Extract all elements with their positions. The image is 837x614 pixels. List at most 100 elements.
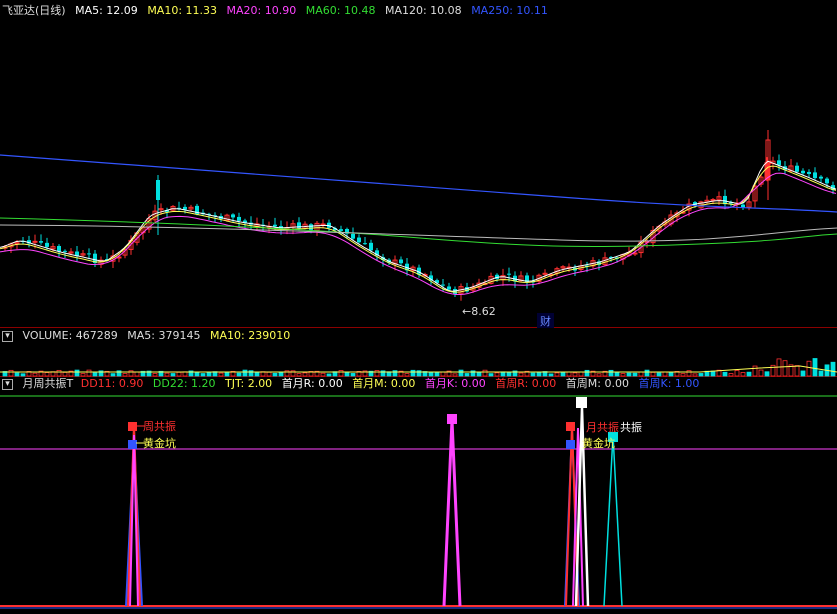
signal-square [128,422,137,431]
volume-bar [488,373,494,377]
volume-bar [536,372,542,377]
candle-body [801,170,805,174]
volume-bar [632,372,638,377]
candle-body [507,273,511,275]
volume-bar [452,373,458,377]
volume-bar [122,373,128,377]
candlestick-chart[interactable]: ←8.62 财 周共振 黄金坑 月共振 共振 黄金坑 [0,0,837,614]
candle-body [825,178,829,184]
month-resonance-label: 月共振 [586,420,619,434]
candle-body [819,176,823,179]
ma5-line [0,160,837,292]
volume-bar [62,372,68,377]
volume-layer [0,358,837,377]
volume-bar [638,371,644,377]
volume-bar [242,369,248,377]
candle-body [807,171,811,174]
candle-body [339,229,343,231]
volume-bar [506,372,512,377]
volume-bar [200,373,206,377]
volume-bar [482,369,488,377]
candle-body [183,206,187,210]
volume-bar [410,369,416,377]
volume-bar [692,373,698,377]
candle-body [57,245,61,252]
volume-bar [734,370,740,377]
volume-bar [74,369,80,377]
volume-bar [350,373,356,377]
volume-bar [686,370,692,377]
volume-bar [134,371,140,377]
volume-bar [458,369,464,377]
signal-square [128,440,137,449]
volume-bar [80,373,86,377]
volume-bar [614,371,620,377]
volume-bar [782,360,788,377]
signal-square [566,440,575,449]
volume-bar [440,371,446,377]
cai-badge-label[interactable]: 财 [540,314,551,328]
volume-bar [110,373,116,377]
volume-bar [740,372,746,377]
volume-bar [656,372,662,377]
volume-bar [44,372,50,377]
volume-bar [650,371,656,377]
volume-bar [680,373,686,377]
volume-bar [800,370,806,377]
volume-bar [794,365,800,377]
volume-bar [254,371,260,377]
volume-bar [746,371,752,377]
low-price-label: ←8.62 [462,305,496,318]
volume-bar [194,372,200,377]
candle-body [447,286,451,290]
candle-body [87,253,91,255]
volume-bar [206,372,212,377]
volume-bar [20,373,26,377]
candle-body [363,243,367,245]
candle-body [231,214,235,218]
volume-bar [92,372,98,377]
volume-bar [302,372,308,377]
volume-bar [596,373,602,377]
signal-spike [603,434,623,607]
volume-bar [344,372,350,377]
volume-bar [236,372,242,377]
volume-bar [338,370,344,377]
volume-bar [584,369,590,377]
candle-body [369,242,373,251]
volume-bar [806,360,812,377]
volume-bar [764,371,770,377]
candle-body [309,224,313,230]
ma120-line [0,224,837,242]
candle-body [45,242,49,247]
volume-bar [578,371,584,377]
volume-bar [668,371,674,377]
volume-bar [326,373,332,377]
volume-bar [710,370,716,377]
ma60-line [0,217,837,247]
volume-bar [248,370,254,377]
signal-square [576,397,587,408]
volume-bar [812,358,818,377]
golden-pit-label-2: 黄金坑 [582,436,615,450]
volume-bar [758,369,764,377]
volume-bar [392,370,398,377]
candle-body [273,224,277,227]
volume-bar [644,369,650,377]
volume-bar [278,371,284,377]
volume-bar [320,372,326,377]
volume-bar [722,371,728,377]
candle-body [357,237,361,243]
candle-body [399,259,403,264]
volume-bar [728,373,734,377]
resonance-tail-label: 共振 [620,420,642,434]
volume-bar [176,371,182,377]
candle-body [39,241,43,243]
candle-body [237,216,241,221]
candle-body [156,180,160,200]
candle-body [63,250,67,252]
volume-bar [560,371,566,377]
volume-bar [224,372,230,377]
volume-bar [476,371,482,377]
candle-body [813,172,817,179]
